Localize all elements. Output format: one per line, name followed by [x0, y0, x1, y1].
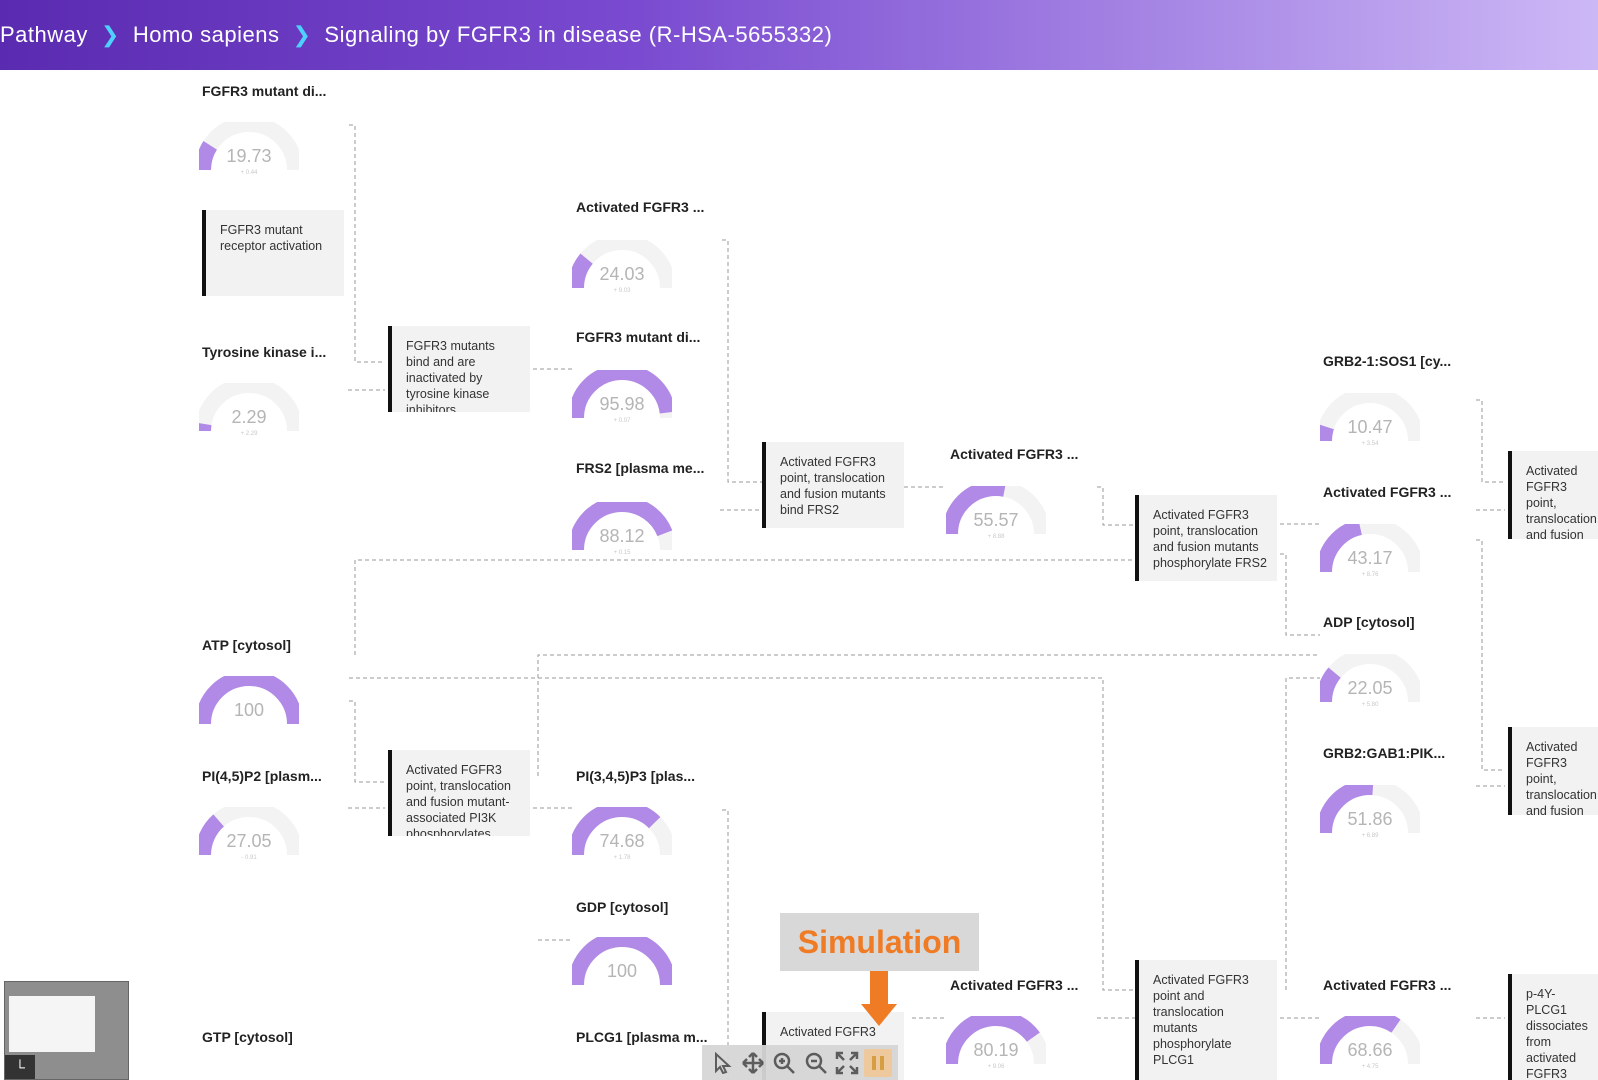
- species-value: 55.57: [973, 510, 1019, 530]
- select-icon[interactable]: [708, 1049, 736, 1077]
- species-gauge[interactable]: 22.05 + 5.80: [1320, 654, 1420, 716]
- species-title[interactable]: GTP [cytosol]: [202, 1029, 293, 1045]
- species-title[interactable]: Activated FGFR3 ...: [576, 199, 704, 215]
- chevron-right-icon: ❯: [292, 22, 312, 47]
- species-value: 95.98: [599, 394, 645, 414]
- zoom-out-icon[interactable]: [802, 1049, 830, 1077]
- callout-arrow-icon: [861, 1004, 897, 1026]
- species-title[interactable]: PI(4,5)P2 [plasm...: [202, 768, 322, 784]
- reaction-node[interactable]: Activated FGFR3 point, translocation and…: [1508, 451, 1598, 539]
- species-gauge[interactable]: 19.73 + 0.44: [199, 122, 299, 184]
- species-delta: + 5.80: [1361, 702, 1379, 708]
- species-title[interactable]: PLCG1 [plasma m...: [576, 1029, 707, 1045]
- species-delta: + 3.54: [1361, 441, 1379, 447]
- species-title[interactable]: Activated FGFR3 ...: [1323, 977, 1451, 993]
- species-gauge[interactable]: 95.98 + 0.07: [572, 370, 672, 432]
- species-gauge[interactable]: 74.68 + 1.78: [572, 807, 672, 869]
- species-delta: + 8.88: [987, 534, 1005, 540]
- species-gauge[interactable]: 100: [199, 676, 299, 738]
- species-value: 88.12: [599, 526, 645, 546]
- species-value: 74.68: [599, 831, 645, 851]
- species-value: 19.73: [226, 146, 272, 166]
- species-gauge[interactable]: 43.17 + 8.76: [1320, 524, 1420, 586]
- species-delta: + 0.07: [613, 418, 631, 424]
- breadcrumb-current-pathway: Signaling by FGFR3 in disease (R-HSA-565…: [324, 22, 833, 47]
- species-gauge[interactable]: 80.19 + 9.06: [946, 1016, 1046, 1078]
- species-value: 43.17: [1347, 548, 1393, 568]
- species-value: 10.47: [1347, 417, 1393, 437]
- species-delta: + 2.29: [240, 431, 258, 437]
- breadcrumb-pathway[interactable]: Pathway: [0, 22, 88, 48]
- species-title[interactable]: FGFR3 mutant di...: [202, 83, 326, 99]
- species-value: 22.05: [1347, 678, 1393, 698]
- species-title[interactable]: Activated FGFR3 ...: [950, 446, 1078, 462]
- species-title[interactable]: ATP [cytosol]: [202, 637, 291, 653]
- species-gauge[interactable]: 68.66 + 4.75: [1320, 1016, 1420, 1078]
- reaction-node[interactable]: Activated FGFR3 point, translocation and…: [388, 750, 530, 836]
- reaction-node[interactable]: Activated FGFR3 point and translocation …: [1135, 960, 1277, 1080]
- species-delta: - 0.91: [241, 855, 257, 861]
- species-gauge[interactable]: 27.05 - 0.91: [199, 807, 299, 869]
- pan-icon[interactable]: [739, 1049, 767, 1077]
- zoom-in-icon[interactable]: [770, 1049, 798, 1077]
- reaction-node[interactable]: Activated FGFR3 point, translocation and…: [762, 442, 904, 528]
- species-value: 100: [233, 700, 265, 720]
- reaction-node[interactable]: FGFR3 mutants bind and are inactivated b…: [388, 326, 530, 412]
- species-gauge[interactable]: 88.12 + 0.15: [572, 502, 672, 564]
- species-title[interactable]: FGFR3 mutant di...: [576, 329, 700, 345]
- species-delta: + 9.03: [613, 288, 631, 294]
- minimap-viewport[interactable]: [9, 996, 95, 1052]
- species-delta: + 0.44: [240, 170, 258, 176]
- species-value: 80.19: [973, 1040, 1019, 1060]
- species-gauge[interactable]: 55.57 + 8.88: [946, 486, 1046, 548]
- species-value: 68.66: [1347, 1040, 1393, 1060]
- reaction-node[interactable]: p-4Y-PLCG1 dissociates from activated FG…: [1508, 974, 1598, 1080]
- species-gauge[interactable]: 10.47 + 3.54: [1320, 393, 1420, 455]
- species-gauge[interactable]: 2.29 + 2.29: [199, 383, 299, 445]
- species-title[interactable]: Activated FGFR3 ...: [1323, 484, 1451, 500]
- species-gauge[interactable]: 24.03 + 9.03: [572, 240, 672, 302]
- chevron-right-icon: ❯: [100, 22, 120, 47]
- species-delta: + 4.75: [1361, 1064, 1379, 1070]
- simulation-callout: Simulation: [780, 913, 979, 971]
- species-title[interactable]: GRB2:GAB1:PIK...: [1323, 745, 1445, 761]
- callout-arrow-shaft: [870, 971, 888, 1005]
- species-delta: + 1.78: [613, 855, 631, 861]
- pause-icon[interactable]: [864, 1048, 893, 1077]
- species-delta: + 6.89: [1361, 833, 1379, 839]
- species-delta: + 0.15: [613, 550, 631, 556]
- species-title[interactable]: Activated FGFR3 ...: [950, 977, 1078, 993]
- species-value: 100: [606, 961, 638, 981]
- species-delta: + 9.06: [987, 1064, 1005, 1070]
- species-title[interactable]: Tyrosine kinase i...: [202, 344, 326, 360]
- species-value: 2.29: [231, 407, 267, 427]
- species-title[interactable]: FRS2 [plasma me...: [576, 460, 704, 476]
- minimap[interactable]: └: [4, 981, 129, 1080]
- breadcrumb-species[interactable]: Homo sapiens: [133, 22, 280, 48]
- reaction-node[interactable]: Activated FGFR3 point, translocation and…: [1508, 727, 1598, 815]
- diagram-toolbar: [702, 1045, 898, 1080]
- species-title[interactable]: GRB2-1:SOS1 [cy...: [1323, 353, 1451, 369]
- species-title[interactable]: PI(3,4,5)P3 [plas...: [576, 768, 695, 784]
- species-gauge[interactable]: 100: [572, 937, 672, 999]
- species-gauge[interactable]: 51.86 + 6.89: [1320, 785, 1420, 847]
- minimap-toggle-icon[interactable]: └: [5, 1055, 35, 1079]
- reaction-node[interactable]: FGFR3 mutant receptor activation: [202, 210, 344, 296]
- reaction-node[interactable]: Activated FGFR3 point, translocation and…: [1135, 495, 1277, 581]
- species-title[interactable]: ADP [cytosol]: [1323, 614, 1415, 630]
- species-delta: + 8.76: [1361, 572, 1379, 578]
- fit-icon[interactable]: [833, 1049, 861, 1077]
- species-value: 51.86: [1347, 809, 1393, 829]
- breadcrumb: Pathway ❯ Homo sapiens ❯ Signaling by FG…: [0, 0, 1598, 70]
- species-value: 27.05: [226, 831, 272, 851]
- species-title[interactable]: GDP [cytosol]: [576, 899, 668, 915]
- species-value: 24.03: [599, 264, 645, 284]
